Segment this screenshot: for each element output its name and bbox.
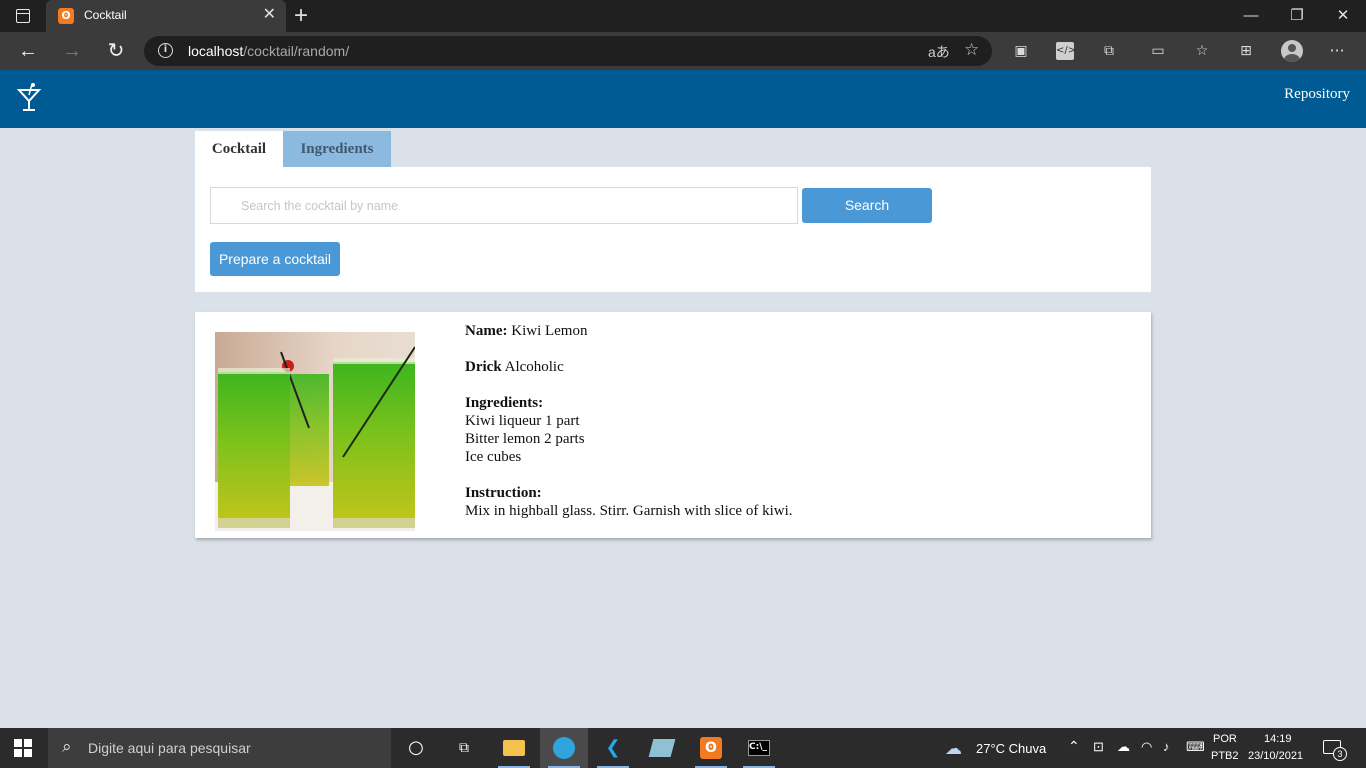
clock-date[interactable]: 23/10/2021: [1248, 750, 1303, 762]
instruction-text: Mix in highball glass. Stirr. Garnish wi…: [465, 503, 793, 519]
ingredient-item: Bitter lemon 2 parts: [465, 431, 585, 447]
maximize-button[interactable]: ❐: [1274, 4, 1320, 28]
volume-icon[interactable]: ♪: [1163, 739, 1170, 754]
refresh-icon[interactable]: ↻: [102, 38, 130, 64]
add-favorite-icon[interactable]: ☆: [964, 40, 979, 60]
minimize-button[interactable]: —: [1228, 4, 1274, 28]
instruction-heading: Instruction:: [465, 485, 542, 501]
ingredients-label: Ingredients:: [465, 394, 1125, 412]
taskbar-search-placeholder: Digite aqui para pesquisar: [88, 740, 251, 756]
ingredients-heading: Ingredients:: [465, 395, 544, 411]
dev-tools-icon[interactable]: </>: [1056, 42, 1076, 60]
clock-time[interactable]: 14:19: [1264, 733, 1292, 745]
xampp-icon: ʘ: [58, 8, 74, 24]
browser-tab[interactable]: ʘ Cocktail ✕: [46, 0, 286, 32]
cocktail-photo: [215, 332, 415, 531]
cortana-icon[interactable]: ○: [392, 728, 440, 768]
site-info-icon[interactable]: i: [158, 43, 173, 58]
tab-cocktail[interactable]: Cocktail: [195, 131, 283, 167]
wifi-icon[interactable]: ◠: [1141, 739, 1152, 755]
weather-text[interactable]: 27°C Chuva: [976, 741, 1046, 756]
extensions-icon[interactable]: ⧉: [1100, 42, 1118, 60]
notes-app-icon[interactable]: [638, 728, 686, 768]
keyboard-layout[interactable]: PTB2: [1211, 750, 1239, 762]
favorites-icon[interactable]: ☆: [1193, 42, 1211, 60]
tab-ingredients[interactable]: Ingredients: [283, 131, 391, 167]
repository-link[interactable]: Repository: [1284, 86, 1350, 103]
ingredient-item: Kiwi liqueur 1 part: [465, 413, 580, 429]
app-header: Repository: [0, 70, 1366, 128]
prepare-cocktail-button[interactable]: Prepare a cocktail: [210, 242, 340, 276]
more-menu-icon[interactable]: ···: [1328, 42, 1346, 60]
forward-arrow-icon[interactable]: →: [58, 38, 86, 64]
url-host: localhost: [188, 43, 244, 59]
cocktail-name: Kiwi Lemon: [511, 323, 588, 339]
search-icon: ⌕: [62, 737, 72, 757]
name-label: Name:: [465, 323, 508, 339]
profile-avatar[interactable]: [1281, 40, 1303, 62]
tray-app-icon[interactable]: ⊡: [1093, 739, 1104, 755]
tab-title: Cocktail: [84, 8, 127, 22]
file-explorer-icon[interactable]: [490, 728, 538, 768]
new-tab-button[interactable]: +: [294, 2, 308, 30]
windows-taskbar: ⌕ Digite aqui para pesquisar ○ ⧉ ❮ ʘ C:\…: [0, 728, 1366, 768]
name-line: Name: Kiwi Lemon: [465, 322, 1125, 340]
vscode-icon[interactable]: ❮: [589, 728, 637, 768]
browser-titlebar: ʘ Cocktail ✕ + — ❐ ✕: [0, 0, 1366, 32]
drink-label: Drick: [465, 359, 502, 375]
taskbar-search[interactable]: ⌕ Digite aqui para pesquisar: [48, 728, 391, 768]
drink-line: Drick Alcoholic: [465, 358, 1125, 376]
edge-browser-icon[interactable]: [540, 728, 588, 768]
collections-icon[interactable]: ⊞: [1237, 42, 1255, 60]
cocktail-result-card: Name: Kiwi Lemon Drick Alcoholic Ingredi…: [195, 312, 1151, 538]
browser-toolbar: ← → ↻ i localhost/cocktail/random/ aあ ☆ …: [0, 32, 1366, 70]
search-card: Search Prepare a cocktail: [195, 167, 1151, 292]
back-arrow-icon[interactable]: ←: [14, 38, 42, 64]
tab-actions-icon[interactable]: [16, 9, 30, 23]
search-button[interactable]: Search: [802, 188, 932, 223]
notification-count: 3: [1333, 747, 1347, 761]
terminal-icon[interactable]: C:\_: [735, 728, 783, 768]
close-window-button[interactable]: ✕: [1320, 4, 1366, 28]
chevron-up-icon[interactable]: ⌃: [1068, 738, 1080, 755]
cast-icon[interactable]: ▭: [1149, 42, 1167, 60]
close-tab-icon[interactable]: ✕: [263, 6, 276, 24]
keyboard-icon[interactable]: ⌨: [1186, 739, 1205, 755]
language-code[interactable]: POR: [1213, 733, 1237, 745]
ingredient-item: Ice cubes: [465, 449, 522, 465]
search-input[interactable]: [210, 187, 798, 224]
windows-start-icon[interactable]: [14, 739, 32, 757]
instruction-label: Instruction:: [465, 484, 1125, 502]
cocktail-glass-icon[interactable]: [16, 82, 42, 112]
read-aloud-icon[interactable]: aあ: [928, 42, 950, 62]
address-bar[interactable]: i localhost/cocktail/random/ aあ ☆: [144, 36, 992, 66]
cocktail-details: Name: Kiwi Lemon Drick Alcoholic Ingredi…: [465, 322, 1125, 520]
weather-cloud-icon[interactable]: ☁: [945, 739, 962, 759]
drink-type: Alcoholic: [504, 359, 564, 375]
collections-stack-icon[interactable]: ▣: [1012, 42, 1030, 60]
task-view-icon[interactable]: ⧉: [440, 728, 488, 768]
url-path: /cocktail/random/: [243, 43, 350, 59]
xampp-taskbar-icon[interactable]: ʘ: [687, 728, 735, 768]
url-text[interactable]: localhost/cocktail/random/: [188, 43, 349, 59]
onedrive-icon[interactable]: ☁: [1117, 739, 1130, 755]
